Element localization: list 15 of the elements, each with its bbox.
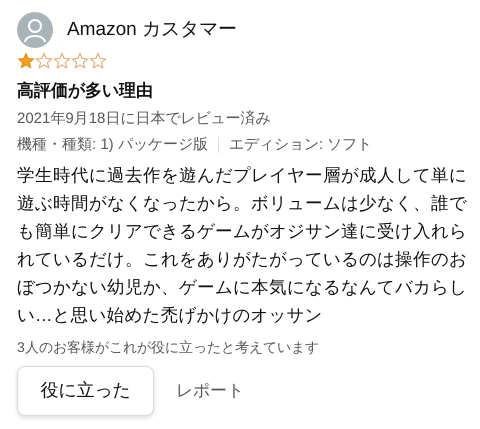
star-icon — [35, 52, 53, 70]
star-icon — [89, 52, 107, 70]
star-icon — [17, 52, 35, 70]
helpful-button[interactable]: 役に立った — [17, 366, 154, 416]
avatar-icon — [17, 12, 53, 48]
review-date: 2021年9月18日に日本でレビュー済み — [17, 108, 270, 128]
variant-info: エディション: ソフト — [228, 135, 372, 155]
review-title: 高評価が多い理由 — [17, 80, 153, 102]
report-link[interactable]: レポート — [174, 378, 246, 404]
star-icon — [71, 52, 89, 70]
review-body: 学生時代に過去作を遊んだプレイヤー層が成人して単に遊ぶ時間がなくなったから。ボリュームは少なく、誰でも簡単にクリアできるゲームがオジサン達に受け入れられているだけ。これをありがたがっているのは操作のおぼつかない幼児か、ゲームに本気になるなんてバカらしい…と思い始めた禿げかけのオッサン — [17, 164, 468, 326]
helpful-count: 3人のお客様がこれが役に立ったと考えています — [17, 338, 319, 356]
author-name: Amazon カスタマー — [67, 18, 237, 42]
star-icon — [53, 52, 71, 70]
variant-info: 機種・種類: 1) パッケージ版 — [17, 135, 208, 155]
